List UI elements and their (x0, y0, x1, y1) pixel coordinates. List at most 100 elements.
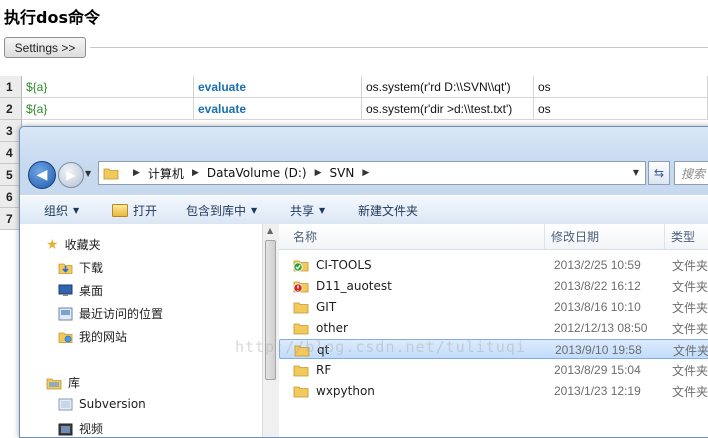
breadcrumb-svn[interactable]: SVN (330, 166, 355, 180)
open-folder-icon (112, 204, 128, 217)
chevron-right-icon[interactable]: ▶ (133, 168, 140, 178)
file-type: 文件夹 (672, 258, 708, 273)
grid-cell-variable[interactable]: ${a} (22, 76, 194, 98)
navigation-pane: ★ 收藏夹 下载 桌面 最近访问的位置 我的网站 库 Subversion 视频 (20, 224, 262, 437)
file-list: 名称 修改日期 类型 CI-TOOLS 2013/2/25 10:59 文件夹 D11… (279, 224, 708, 437)
grid-cell-keyword[interactable]: evaluate (194, 98, 362, 120)
explorer-window: ◀ ▶ ▼ ▶ 计算机 ▶ DataVolume (D:) ▶ SVN ▶ ▼ … (19, 126, 708, 438)
breadcrumb-drive[interactable]: DataVolume (D:) (207, 166, 307, 180)
include-in-library-label: 包含到库中 (186, 204, 247, 218)
row-number[interactable]: 1 (0, 76, 22, 98)
file-name: wxpython (293, 381, 375, 401)
nav-subversion[interactable]: Subversion (58, 397, 146, 411)
grid-cell-keyword[interactable]: evaluate (194, 76, 362, 98)
grid-cell-argument[interactable]: os.system(r'rd D:\\SVN\\qt') (362, 76, 534, 98)
file-date: 2013/8/22 16:12 (554, 279, 641, 293)
organize-label: 组织 (44, 204, 69, 218)
column-header-type[interactable]: 类型 (665, 224, 708, 250)
file-type: 文件夹 (672, 363, 708, 378)
chevron-right-icon[interactable]: ▶ (192, 168, 199, 178)
search-input[interactable]: 搜索 (674, 161, 708, 185)
desktop-icon (58, 284, 73, 296)
file-row[interactable]: GIT 2013/8/16 10:10 文件夹 (279, 297, 708, 317)
folder-icon (293, 365, 309, 377)
watermark-text: http://blog.csdn.net/tulituqi (235, 338, 526, 356)
file-date: 2013/9/10 19:58 (555, 343, 642, 357)
chevron-down-icon: ▼ (73, 206, 80, 215)
grid-cell-variable[interactable]: ${a} (22, 98, 194, 120)
grid-row: 2 ${a} evaluate os.system(r'dir >d:\\tes… (0, 98, 708, 120)
chevron-right-icon[interactable]: ▶ (315, 168, 322, 178)
open-button[interactable]: 打开 (112, 202, 157, 219)
address-bar[interactable]: ▶ 计算机 ▶ DataVolume (D:) ▶ SVN ▶ ▼ (98, 161, 646, 185)
file-name: RF (293, 360, 331, 380)
row-number[interactable]: 2 (0, 98, 22, 120)
file-row[interactable]: D11_auotest 2013/8/22 16:12 文件夹 (279, 276, 708, 296)
recent-places-icon (58, 307, 73, 320)
videos-icon (58, 423, 73, 435)
file-date: 2013/2/25 10:59 (554, 258, 641, 272)
grid-cell-module[interactable]: os (534, 76, 708, 98)
file-name-label: GIT (316, 300, 337, 314)
history-dropdown-icon[interactable]: ▼ (85, 169, 91, 178)
nav-libraries[interactable]: 库 (46, 374, 80, 391)
nav-desktop-label: 桌面 (79, 284, 104, 298)
file-type: 文件夹 (672, 300, 708, 315)
scrollbar-thumb[interactable] (265, 240, 276, 380)
share-label: 共享 (290, 204, 315, 218)
refresh-icon: ⇆ (653, 166, 665, 180)
folder-icon (103, 168, 119, 180)
nav-desktop[interactable]: 桌面 (58, 282, 103, 299)
arrow-left-icon: ◀ (36, 167, 48, 183)
grid-cell-module[interactable]: os (534, 98, 708, 120)
file-name: D11_auotest (293, 276, 392, 296)
grid-row: 1 ${a} evaluate os.system(r'rd D:\\SVN\\… (0, 76, 708, 98)
include-in-library-menu[interactable]: 包含到库中 ▼ (186, 202, 257, 219)
new-folder-button[interactable]: 新建文件夹 (358, 202, 418, 219)
column-header-name[interactable]: 名称 (279, 224, 545, 250)
chevron-down-icon: ▼ (319, 206, 326, 215)
file-date: 2013/1/23 12:19 (554, 384, 641, 398)
nav-downloads-label: 下载 (79, 261, 104, 275)
file-date: 2013/8/29 15:04 (554, 363, 641, 377)
forward-button[interactable]: ▶ (58, 162, 84, 188)
file-type: 文件夹 (673, 343, 708, 358)
share-menu[interactable]: 共享 ▼ (290, 202, 325, 219)
file-type: 文件夹 (672, 279, 708, 294)
file-row[interactable]: wxpython 2013/1/23 12:19 文件夹 (279, 381, 708, 401)
file-name-label: CI-TOOLS (316, 258, 372, 272)
address-dropdown-icon[interactable]: ▼ (633, 168, 639, 177)
open-label: 打开 (133, 204, 158, 218)
command-toolbar: 组织 ▼ 打开 包含到库中 ▼ 共享 ▼ 新建文件夹 (20, 195, 708, 225)
explorer-content: ★ 收藏夹 下载 桌面 最近访问的位置 我的网站 库 Subversion 视频 (20, 224, 708, 437)
nav-scrollbar[interactable]: ▲ (262, 224, 279, 437)
downloads-folder-icon (58, 263, 73, 274)
nav-my-site[interactable]: 我的网站 (58, 328, 127, 345)
arrow-right-icon: ▶ (66, 168, 76, 182)
settings-divider (90, 47, 708, 48)
file-name-label: D11_auotest (316, 279, 392, 293)
back-button[interactable]: ◀ (28, 161, 56, 189)
column-header-date[interactable]: 修改日期 (545, 224, 665, 250)
settings-button[interactable]: Settings >> (4, 37, 86, 58)
libraries-icon (46, 378, 62, 389)
nav-videos[interactable]: 视频 (58, 420, 103, 437)
nav-downloads[interactable]: 下载 (58, 259, 103, 276)
test-case-title: 执行dos命令 (4, 8, 100, 27)
nav-recent-places[interactable]: 最近访问的位置 (58, 305, 163, 322)
file-row[interactable]: RF 2013/8/29 15:04 文件夹 (279, 360, 708, 380)
library-folder-icon (58, 398, 73, 411)
scroll-up-icon[interactable]: ▲ (267, 226, 273, 235)
new-folder-label: 新建文件夹 (358, 204, 419, 218)
nav-recent-label: 最近访问的位置 (79, 307, 164, 321)
breadcrumb-computer[interactable]: 计算机 (148, 165, 184, 182)
chevron-right-icon[interactable]: ▶ (362, 168, 369, 178)
refresh-button[interactable]: ⇆ (648, 161, 670, 185)
file-row[interactable]: CI-TOOLS 2013/2/25 10:59 文件夹 (279, 255, 708, 275)
file-row[interactable]: other 2012/12/13 08:50 文件夹 (279, 318, 708, 338)
chevron-down-icon: ▼ (251, 206, 258, 215)
nav-favorites[interactable]: ★ 收藏夹 (46, 236, 101, 253)
svn-modified-folder-icon (293, 281, 309, 293)
organize-menu[interactable]: 组织 ▼ (44, 202, 79, 219)
grid-cell-argument[interactable]: os.system(r'dir >d:\\test.txt') (362, 98, 534, 120)
